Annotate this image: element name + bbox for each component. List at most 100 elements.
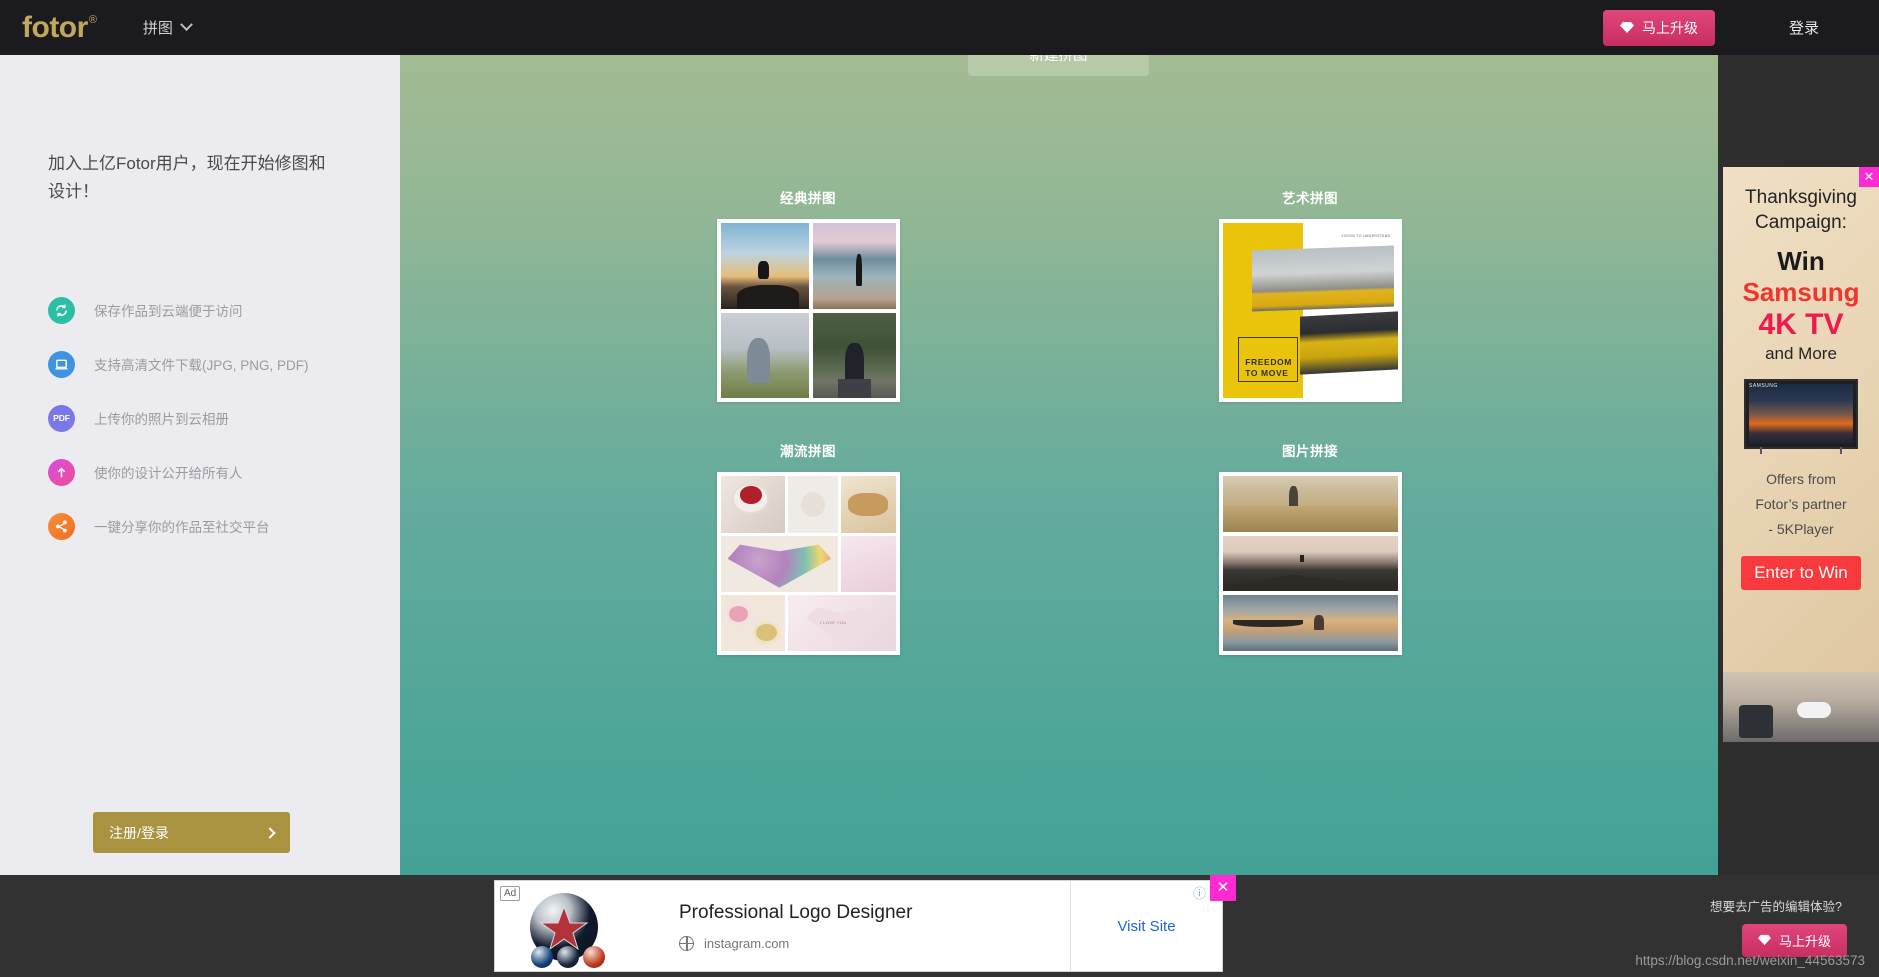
- ad-logo-image: [495, 881, 625, 971]
- tv-leg-left: [1760, 447, 1762, 454]
- main-canvas: 新建拼图 经典拼图 艺术拼图 VISION TO UNDERSTAND FREE…: [400, 55, 1718, 875]
- share-icon: [48, 512, 75, 540]
- logo-text: fotor: [22, 10, 88, 44]
- thumb-photo: [720, 536, 839, 593]
- tv-leg-right: [1840, 447, 1842, 454]
- registered-trademark-icon: ®: [88, 13, 97, 26]
- trendy-collage-thumb[interactable]: I LOVE YOU: [716, 472, 900, 655]
- feature-list: 保存作品到云端便于访问 支持高清文件下载(JPG, PNG, PDF) PDF …: [48, 283, 309, 553]
- ad-product-text: 4K TV: [1758, 308, 1844, 341]
- thumb-photo: [720, 476, 785, 534]
- earbuds-image: [1797, 702, 1831, 718]
- upgrade-button[interactable]: 马上升级: [1602, 9, 1715, 46]
- ad-heading: Thanksgiving Campaign:: [1723, 185, 1879, 235]
- template-card-stitch[interactable]: 图片拼接: [1173, 440, 1447, 655]
- thumb-photo: [720, 595, 785, 651]
- top-header: fotor ® 拼图 马上升级 登录: [0, 0, 1879, 55]
- brand-logo[interactable]: fotor ®: [22, 10, 97, 44]
- art-caption: VISION TO UNDERSTAND: [1341, 233, 1391, 238]
- login-link[interactable]: 登录: [1789, 17, 1819, 38]
- nav-collage-menu[interactable]: 拼图: [142, 17, 193, 38]
- signup-login-button[interactable]: 注册/登录: [93, 812, 290, 853]
- header-actions: 马上升级 登录: [1602, 9, 1879, 46]
- thumb-photo: [1222, 595, 1398, 652]
- thumb-photo: I LOVE YOU: [787, 595, 896, 651]
- ad-win-text: Win: [1777, 246, 1825, 276]
- thumb-photo: [813, 223, 896, 309]
- template-title: 艺术拼图: [1282, 191, 1338, 206]
- feature-label: 上传你的照片到云相册: [94, 412, 229, 427]
- close-icon[interactable]: ✕: [1859, 167, 1879, 187]
- bottom-upgrade-label: 马上升级: [1778, 934, 1831, 949]
- feature-item-cloud-save: 保存作品到云端便于访问: [48, 283, 309, 337]
- template-card-art[interactable]: 艺术拼图 VISION TO UNDERSTAND FREEDOM TO MOV…: [1173, 187, 1447, 402]
- ad-sub-icon: [583, 946, 605, 968]
- bottom-banner-ad[interactable]: Ad Professional Logo Designer instagram.…: [494, 875, 1236, 972]
- art-headline-line1: FREEDOM: [1245, 356, 1292, 367]
- classic-grid-thumb[interactable]: [716, 219, 900, 402]
- pdf-icon: PDF: [48, 404, 75, 432]
- app-root: fotor ® 拼图 马上升级 登录 加入上亿Fotor用户，现在开始修图和设计…: [0, 0, 1879, 977]
- feature-item-hd-download: 支持高清文件下载(JPG, PNG, PDF): [48, 337, 309, 391]
- tv-brand-label: SAMSUNG: [1749, 383, 1778, 389]
- art-collage-thumb[interactable]: VISION TO UNDERSTAND FREEDOM TO MOVE: [1218, 219, 1402, 402]
- sync-cloud-icon: [48, 296, 75, 324]
- feature-item-social-share: 一键分享你的作品至社交平台: [48, 499, 309, 553]
- close-icon[interactable]: ✕: [1210, 875, 1236, 901]
- upload-arrow-icon: [48, 458, 75, 486]
- diamond-icon: [1619, 21, 1634, 34]
- left-sidebar: 加入上亿Fotor用户，现在开始修图和设计！ 保存作品到云端便于访问 支持高清文…: [0, 55, 400, 875]
- ad-offers-line2: Fotor’s partner: [1755, 496, 1847, 512]
- ad-url: instagram.com: [704, 935, 790, 951]
- thumb-photo: [841, 476, 896, 534]
- ad-heading-line2: Campaign:: [1755, 212, 1847, 233]
- template-card-trendy[interactable]: 潮流拼图 I LOVE YOU: [671, 440, 945, 655]
- ad-url-row: instagram.com: [679, 935, 1070, 951]
- feature-label: 保存作品到云端便于访问: [94, 304, 243, 319]
- thumb-photo: [841, 536, 896, 593]
- ad-info-icon[interactable]: ⓘ: [1193, 883, 1206, 902]
- thumb-photo: [720, 223, 810, 309]
- thumb-photo: [1222, 476, 1398, 532]
- ad-brand-text: Samsung: [1742, 277, 1860, 307]
- art-headline-line2: TO MOVE: [1245, 367, 1289, 378]
- feature-item-pdf-upload: PDF 上传你的照片到云相册: [48, 391, 309, 445]
- template-row-2: 潮流拼图 I LOVE YOU 图片拼接: [400, 440, 1718, 655]
- ad-offers-line3: - 5KPlayer: [1768, 521, 1834, 537]
- ad-offers-line1: Offers from: [1766, 471, 1836, 487]
- ad-body: Professional Logo Designer instagram.com: [625, 881, 1070, 971]
- ad-heading-line1: Thanksgiving: [1745, 187, 1857, 208]
- diamond-icon: [1758, 934, 1772, 947]
- tv-product-image: SAMSUNG: [1744, 379, 1858, 454]
- upgrade-button-label: 马上升级: [1641, 19, 1698, 36]
- thumb-photo: [813, 312, 896, 398]
- template-card-classic[interactable]: 经典拼图: [671, 187, 945, 402]
- signup-login-label: 注册/登录: [109, 824, 169, 841]
- thumb-photo: [1252, 245, 1394, 312]
- feature-label: 一键分享你的作品至社交平台: [94, 520, 270, 535]
- ad-offers-text: Offers from Fotor’s partner - 5KPlayer: [1723, 467, 1879, 542]
- tv-screen: [1749, 384, 1853, 444]
- feature-label: 支持高清文件下载(JPG, PNG, PDF): [94, 358, 309, 373]
- new-collage-button[interactable]: 新建拼图: [968, 55, 1149, 76]
- ad-sub-icon: [531, 946, 553, 968]
- template-title: 潮流拼图: [780, 444, 836, 459]
- ad-title: Professional Logo Designer: [679, 901, 913, 923]
- download-monitor-icon: [48, 350, 75, 378]
- ad-footer-image: [1723, 672, 1879, 742]
- template-title: 经典拼图: [780, 191, 836, 206]
- upgrade-prompt-text: 想要去广告的编辑体验?: [1710, 900, 1842, 914]
- feature-label: 使你的设计公开给所有人: [94, 466, 243, 481]
- template-row-1: 经典拼图 艺术拼图 VISION TO UNDERSTAND FREEDOM T…: [400, 187, 1718, 402]
- photo-stitch-thumb[interactable]: [1218, 472, 1402, 655]
- thumb-photo: [1222, 535, 1398, 592]
- sidebar-title: 加入上亿Fotor用户，现在开始修图和设计！: [48, 154, 326, 201]
- template-title: 图片拼接: [1282, 444, 1338, 459]
- nav-collage-label: 拼图: [142, 20, 173, 37]
- smart-speaker-image: [1739, 705, 1773, 738]
- enter-to-win-button[interactable]: Enter to Win: [1741, 556, 1861, 590]
- ad-sub-icon: [557, 946, 579, 968]
- right-side-ad[interactable]: ✕ Thanksgiving Campaign: Win Samsung 4K …: [1723, 167, 1879, 742]
- template-grid: 经典拼图 艺术拼图 VISION TO UNDERSTAND FREEDOM T…: [400, 187, 1718, 655]
- feature-item-publish-design: 使你的设计公开给所有人: [48, 445, 309, 499]
